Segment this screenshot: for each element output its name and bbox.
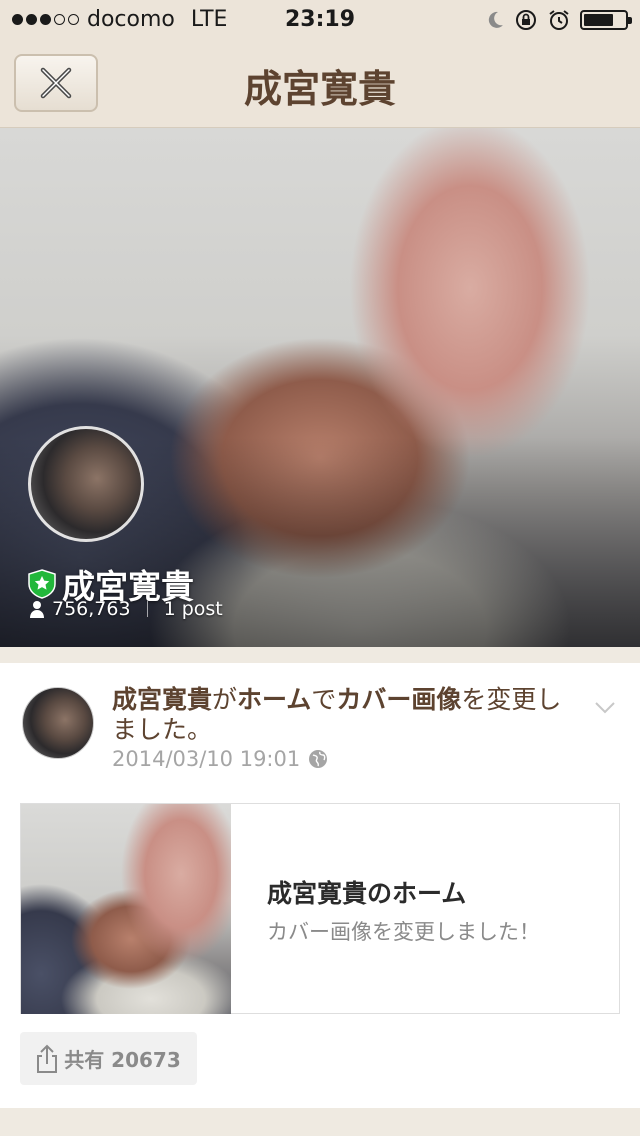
post-author-link[interactable]: 成宮寛貴 [112, 685, 212, 714]
profile-avatar[interactable] [28, 426, 144, 542]
post-meta: 2014/03/10 19:01 [112, 747, 328, 771]
official-account-badge-icon [28, 569, 56, 599]
stats-divider [146, 601, 148, 617]
nav-bar: 成宮寛貴 [0, 40, 640, 128]
followers-count: 756,763 [52, 598, 131, 620]
share-button[interactable]: 共有 20673 [20, 1032, 197, 1085]
post-author-avatar[interactable] [22, 687, 94, 759]
post-timestamp: 2014/03/10 19:01 [112, 747, 301, 771]
link-thumbnail [21, 804, 231, 1014]
page-title: 成宮寛貴 [243, 67, 396, 111]
moon-icon [488, 11, 503, 28]
share-icon [37, 1044, 58, 1073]
globe-icon [309, 750, 328, 768]
cover-image[interactable]: 成宮寛貴 756,763 1 post [0, 128, 640, 647]
post-home-link[interactable]: ホーム [237, 685, 311, 714]
link-description: カバー画像を変更しました！ [267, 920, 540, 944]
battery-icon [580, 10, 632, 30]
profile-stats: 756,763 1 post [30, 598, 223, 620]
status-right [485, 8, 632, 32]
status-bar: docomo LTE 23:19 [0, 0, 640, 40]
posts-count: 1 post [163, 598, 223, 620]
alarm-icon [549, 10, 569, 30]
rotation-lock-icon [516, 10, 536, 30]
link-title: 成宮寛貴のホーム [267, 879, 467, 908]
chevron-down-icon[interactable] [594, 701, 616, 715]
link-preview-card[interactable]: 成宮寛貴のホーム カバー画像を変更しました！ [20, 803, 620, 1014]
person-icon [30, 601, 44, 618]
share-count: 共有 20673 [64, 1048, 181, 1072]
post-text: 成宮寛貴がホームでカバー画像を変更しました。 [112, 685, 562, 744]
timeline-post: 成宮寛貴がホームでカバー画像を変更しました。 2014/03/10 19:01 … [0, 663, 640, 1108]
post-cover-link[interactable]: カバー画像 [336, 685, 461, 714]
